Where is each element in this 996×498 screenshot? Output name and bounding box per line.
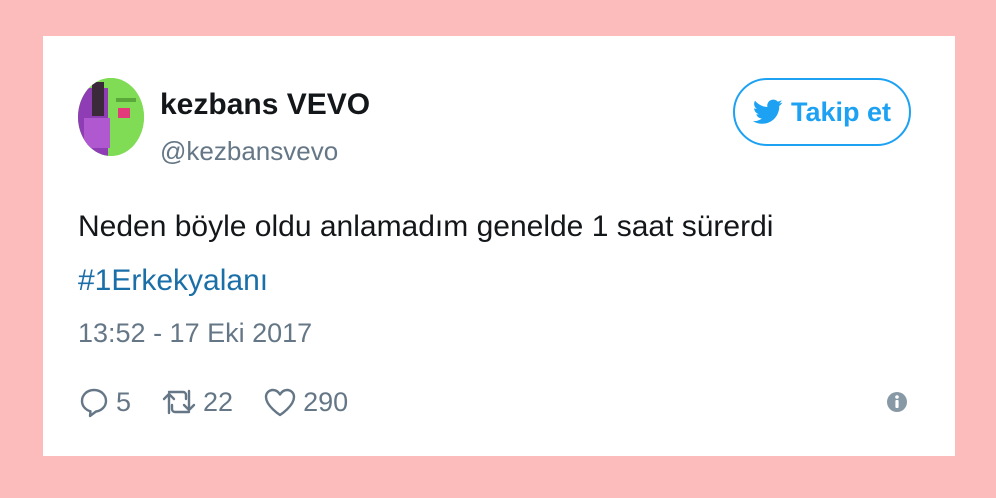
tweet-card: kezbans VEVO @kezbansvevo Takip et Neden… [43,36,955,456]
retweet-button[interactable]: 22 [161,386,233,418]
reply-button[interactable]: 5 [78,386,131,418]
info-icon [887,392,907,412]
like-button[interactable]: 290 [263,386,348,418]
retweet-count: 22 [203,386,234,417]
reply-icon [80,388,108,418]
follow-label: Takip et [790,96,892,127]
hashtag-link[interactable]: #1Erkekyalanı [78,264,268,298]
display-name[interactable]: kezbans VEVO [160,88,370,122]
info-button[interactable] [885,390,909,419]
user-handle[interactable]: @kezbansvevo [160,136,338,167]
like-count: 290 [303,386,349,417]
follow-button[interactable]: Takip et [733,78,911,146]
tweet-actions: 5 22 290 [78,386,378,418]
retweet-icon [162,389,196,415]
reply-count: 5 [116,386,132,417]
like-icon [264,388,296,417]
twitter-bird-icon [752,99,783,124]
avatar[interactable] [78,78,144,156]
tweet-text: Neden böyle oldu anlamadım genelde 1 saa… [78,210,774,243]
tweet-timestamp[interactable]: 13:52 - 17 Eki 2017 [78,318,312,349]
